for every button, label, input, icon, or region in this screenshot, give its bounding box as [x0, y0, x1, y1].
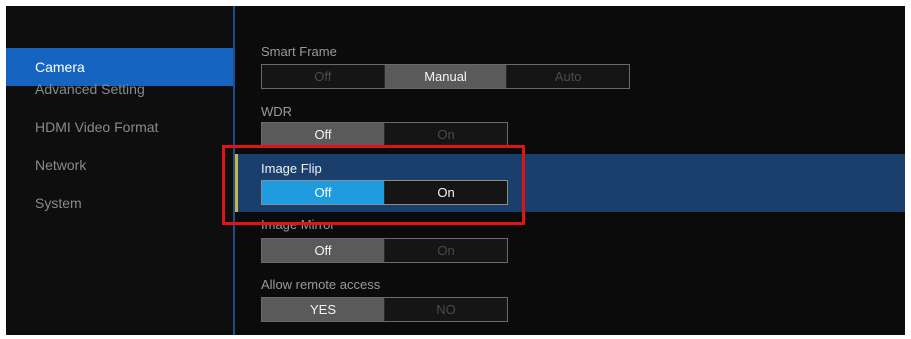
annotation-highlight-box	[222, 145, 525, 225]
allow-remote-access-yes-option[interactable]: YES	[262, 298, 385, 321]
allow-remote-access-no-option[interactable]: NO	[385, 298, 507, 321]
wdr-on-option[interactable]: On	[385, 123, 507, 146]
image-mirror-off-option[interactable]: Off	[262, 239, 385, 262]
sidebar-item-system[interactable]: System	[6, 184, 233, 222]
wdr-label: WDR	[261, 104, 293, 119]
smart-frame-off-option[interactable]: Off	[262, 65, 385, 88]
wdr-selector: Off On	[261, 122, 508, 147]
image-mirror-selector: Off On	[261, 238, 508, 263]
smart-frame-auto-option[interactable]: Auto	[507, 65, 629, 88]
sidebar-item-hdmi-video-format[interactable]: HDMI Video Format	[6, 108, 233, 146]
sidebar-item-network[interactable]: Network	[6, 146, 233, 184]
smart-frame-label: Smart Frame	[261, 44, 337, 59]
smart-frame-manual-option[interactable]: Manual	[384, 65, 508, 88]
allow-remote-access-selector: YES NO	[261, 297, 508, 322]
sidebar-item-advanced-setting[interactable]: Advanced Setting	[6, 70, 233, 108]
image-mirror-on-option[interactable]: On	[385, 239, 507, 262]
allow-remote-access-label: Allow remote access	[261, 277, 381, 292]
smart-frame-selector: Off Manual Auto	[261, 64, 630, 89]
wdr-off-option[interactable]: Off	[262, 123, 385, 146]
